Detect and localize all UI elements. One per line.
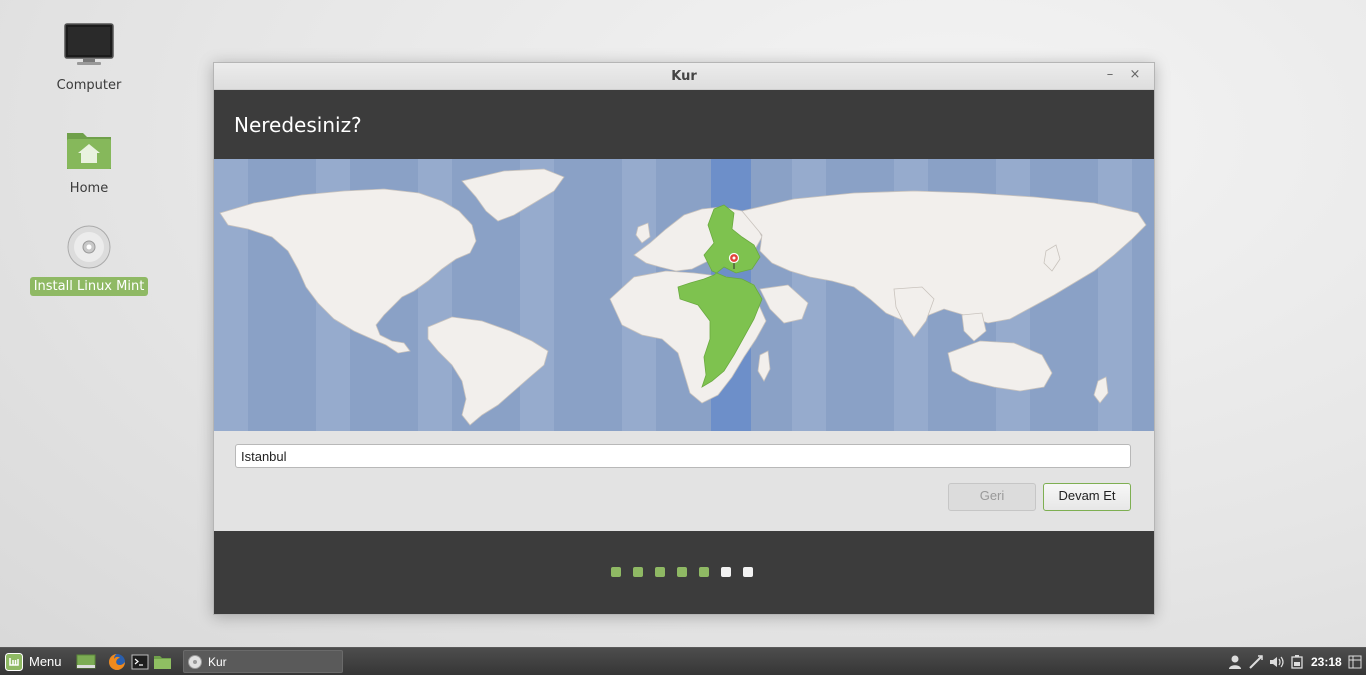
menu-button[interactable]: Menu (5, 648, 62, 675)
progress-footer (214, 531, 1154, 614)
home-folder-icon (67, 133, 111, 169)
user-icon (1229, 655, 1241, 669)
progress-dot (633, 567, 643, 577)
taskbar-item-label: Kur (208, 654, 227, 669)
progress-dot (677, 567, 687, 577)
minimize-button[interactable]: – (1102, 67, 1118, 83)
bottom-panel: Menu Kur 23:18 (0, 647, 1366, 675)
clock[interactable]: 23:18 (1311, 648, 1342, 675)
desktop-icon-home[interactable]: Home (29, 127, 149, 198)
progress-dots (611, 567, 753, 577)
show-desktop-tray-icon (1348, 655, 1362, 668)
firefox-icon (109, 653, 125, 670)
progress-dot (655, 567, 665, 577)
files-launcher[interactable] (153, 648, 172, 675)
desktop-icon-label: Computer (56, 78, 122, 93)
progress-dot (699, 567, 709, 577)
continue-button[interactable]: Devam Et (1043, 483, 1131, 511)
disc-icon (188, 654, 202, 669)
disc-icon (67, 225, 111, 269)
taskbar-item-kur[interactable]: Kur (183, 650, 343, 673)
terminal-icon (131, 654, 149, 669)
terminal-launcher[interactable] (131, 648, 149, 675)
show-desktop-launcher[interactable] (76, 648, 96, 675)
timezone-map[interactable] (214, 159, 1154, 431)
world-map (214, 159, 1147, 431)
window-titlebar[interactable]: Kur – × (214, 63, 1154, 90)
page-title: Neredesiniz? (234, 113, 362, 137)
progress-dot (721, 567, 731, 577)
monitor-icon (64, 23, 114, 65)
volume-tray[interactable] (1268, 648, 1286, 675)
network-tray[interactable] (1248, 648, 1264, 675)
back-button[interactable]: Geri (948, 483, 1036, 511)
desktop-icon-label: Install Linux Mint (29, 277, 149, 296)
show-desktop-tray[interactable] (1348, 648, 1362, 675)
window-title: Kur (671, 69, 697, 84)
clock-label: 23:18 (1311, 654, 1342, 669)
firefox-launcher[interactable] (108, 648, 126, 675)
page-header: Neredesiniz? (214, 90, 1154, 159)
network-icon (1249, 654, 1263, 669)
mint-logo-icon (5, 652, 23, 671)
desktop-icon-install-linux-mint[interactable]: Install Linux Mint (29, 225, 149, 296)
desktop-icon-computer[interactable]: Computer (29, 22, 149, 95)
progress-dot (611, 567, 621, 577)
city-input[interactable] (235, 444, 1131, 468)
close-button[interactable]: × (1127, 67, 1143, 83)
battery-tray[interactable] (1290, 648, 1306, 675)
files-icon (154, 655, 171, 669)
menu-label: Menu (29, 654, 62, 669)
volume-icon (1270, 656, 1284, 667)
user-tray[interactable] (1228, 648, 1242, 675)
desktop-icon-label: Home (69, 181, 109, 196)
battery-icon (1291, 654, 1303, 669)
installer-window: Kur – × Neredesiniz? Istanbul Geri Devam… (213, 62, 1155, 615)
show-desktop-icon (76, 654, 96, 668)
location-form: Geri Devam Et (214, 431, 1154, 531)
progress-dot (743, 567, 753, 577)
